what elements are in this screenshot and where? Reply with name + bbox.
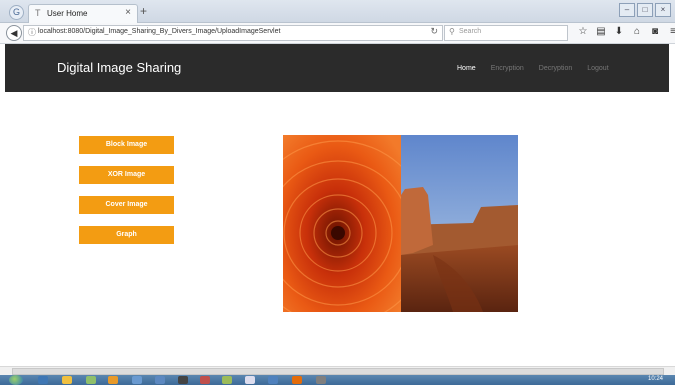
back-button[interactable]: ◀ xyxy=(6,25,22,41)
search-icon: ⚲ xyxy=(449,27,455,36)
nav-logout[interactable]: Logout xyxy=(587,65,608,72)
nav-encryption[interactable]: Encryption xyxy=(491,65,524,72)
app-icon-7[interactable] xyxy=(178,376,188,384)
address-bar[interactable]: ⓘ localhost:8080/Digital_Image_Sharing_B… xyxy=(23,25,443,41)
cover-image-button[interactable]: Cover Image xyxy=(79,196,174,214)
app-icon-9[interactable] xyxy=(222,376,232,384)
block-image-button[interactable]: Block Image xyxy=(79,136,174,154)
desert-canyon-photo xyxy=(401,135,518,312)
page-icon: T xyxy=(35,8,41,18)
start-button[interactable] xyxy=(9,375,23,385)
info-icon[interactable]: ⓘ xyxy=(28,27,36,38)
media-icon[interactable] xyxy=(86,376,96,384)
app-icon-13[interactable] xyxy=(316,376,326,384)
uploaded-image xyxy=(283,135,518,312)
app-icon-10[interactable] xyxy=(245,376,255,384)
home-icon[interactable]: ⌂ xyxy=(632,26,642,38)
ie-icon[interactable] xyxy=(38,376,48,384)
app-icon-11[interactable] xyxy=(268,376,278,384)
minimize-button[interactable]: – xyxy=(619,3,635,17)
bookmark-star-icon[interactable]: ☆ xyxy=(578,26,588,38)
close-window-button[interactable]: × xyxy=(655,3,671,17)
scrollbar-thumb[interactable] xyxy=(12,368,664,375)
nav-home[interactable]: Home xyxy=(457,65,476,72)
browser-logo-icon: G xyxy=(9,5,24,20)
app-icon-6[interactable] xyxy=(155,376,165,384)
tab-title: User Home xyxy=(47,9,88,18)
clipboard-icon[interactable]: ▤ xyxy=(596,26,606,38)
site-header: Digital Image Sharing Home Encryption De… xyxy=(5,44,669,92)
app-icon-5[interactable] xyxy=(132,376,142,384)
site-nav: Home Encryption Decryption Logout xyxy=(457,65,624,72)
app-icon-12[interactable] xyxy=(292,376,302,384)
close-tab-icon[interactable]: × xyxy=(125,7,131,18)
reload-icon[interactable]: ↻ xyxy=(430,26,438,37)
xor-image-button[interactable]: XOR Image xyxy=(79,166,174,184)
browser-tab[interactable]: T User Home × xyxy=(28,4,138,23)
browser-toolbar: ◀ ⓘ localhost:8080/Digital_Image_Sharing… xyxy=(0,23,675,44)
window-controls: – □ × xyxy=(619,3,671,17)
pocket-icon[interactable]: ◙ xyxy=(650,26,660,38)
maximize-button[interactable]: □ xyxy=(637,3,653,17)
download-icon[interactable]: ⬇ xyxy=(614,26,624,38)
menu-icon[interactable]: ≡ xyxy=(668,26,675,38)
site-brand[interactable]: Digital Image Sharing xyxy=(57,60,181,75)
search-placeholder: Search xyxy=(459,28,482,35)
horizontal-scrollbar[interactable] xyxy=(0,366,675,375)
nav-decryption[interactable]: Decryption xyxy=(539,65,572,72)
search-input[interactable]: ⚲ Search xyxy=(444,25,568,41)
browser-titlebar: G T User Home × + – □ × xyxy=(0,0,675,23)
taskbar: 10:24 xyxy=(0,375,675,385)
graph-button[interactable]: Graph xyxy=(79,226,174,244)
app-icon-8[interactable] xyxy=(200,376,210,384)
new-tab-button[interactable]: + xyxy=(140,4,147,18)
url-text: localhost:8080/Digital_Image_Sharing_By_… xyxy=(38,28,281,35)
taskbar-clock[interactable]: 10:24 xyxy=(648,376,663,382)
firefox-icon[interactable] xyxy=(108,376,118,384)
browser-toolbar-icons: ☆ ▤ ⬇ ⌂ ◙ ≡ xyxy=(578,26,675,38)
folder-icon[interactable] xyxy=(62,376,72,384)
